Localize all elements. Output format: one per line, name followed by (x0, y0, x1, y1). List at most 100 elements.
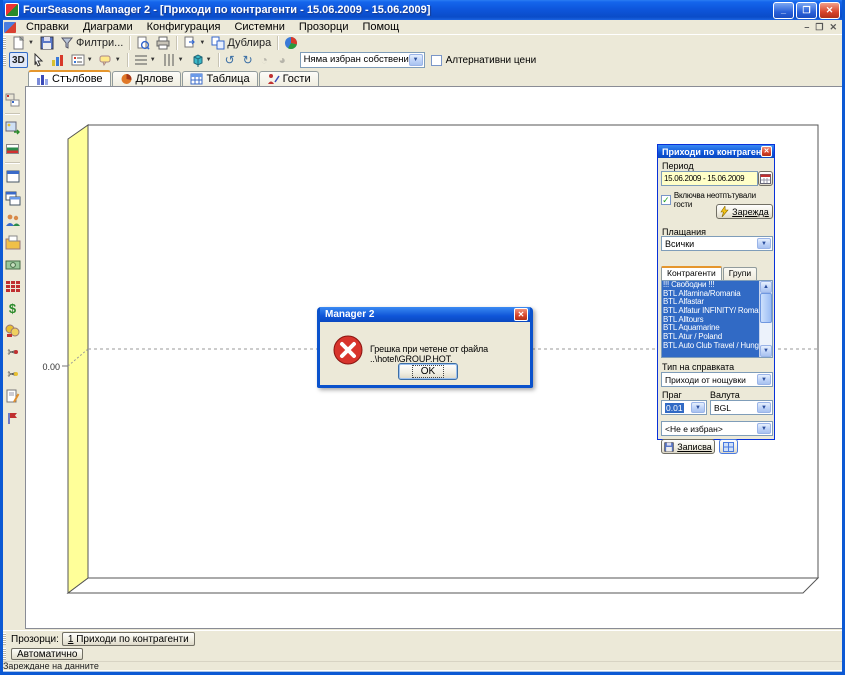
cut-red-icon[interactable]: ✂ (4, 344, 21, 360)
report-type-combobox[interactable]: Приходи от нощувки ▼ (661, 372, 773, 387)
dollar-icon[interactable]: $ (4, 300, 21, 316)
panel-title-bar[interactable]: Приходи по контрагенти ✕ (658, 145, 774, 158)
note-edit-icon[interactable] (4, 388, 21, 404)
payments-combobox[interactable]: Всички ▼ (661, 236, 773, 251)
print-preview-button[interactable] (133, 35, 153, 51)
toolbar-grip[interactable] (3, 648, 6, 660)
grid-view-button[interactable] (719, 439, 738, 454)
toolbar-grip[interactable] (3, 633, 6, 645)
marks-button[interactable]: ▼ (96, 52, 124, 68)
tab-columns[interactable]: Стълбове (28, 70, 111, 86)
toolbar-grip[interactable] (3, 37, 6, 49)
cube-button[interactable]: ▼ (187, 52, 215, 68)
threshold-combobox[interactable]: 0.01 ▼ (661, 400, 707, 415)
chevron-down-icon[interactable]: ▼ (757, 402, 771, 413)
pointer-button[interactable] (28, 52, 48, 68)
room-grid-icon[interactable] (4, 278, 21, 294)
child-minimize-icon[interactable]: – (804, 22, 809, 33)
list-item[interactable]: BTL Atur / Poland (662, 333, 759, 342)
chevron-down-icon[interactable]: ▼ (691, 402, 705, 413)
tab-shares[interactable]: Дялове (112, 71, 182, 86)
currency-combobox[interactable]: BGL ▼ (710, 400, 773, 415)
minimize-button[interactable]: _ (773, 2, 794, 19)
menu-diagrami[interactable]: Диаграми (76, 20, 140, 34)
child-restore-icon[interactable]: ❐ (815, 22, 823, 33)
organizer-icon[interactable] (4, 92, 21, 108)
filter-button[interactable]: Филтри... (57, 35, 126, 51)
zoom-button[interactable]: ◕ (276, 52, 294, 68)
dialog-title-bar[interactable]: Manager 2 ✕ (320, 307, 530, 322)
child-window-icon[interactable] (4, 22, 16, 33)
menu-prozorci[interactable]: Прозорци (292, 20, 356, 34)
scroll-up-icon[interactable]: ▲ (760, 281, 772, 293)
list-item[interactable]: BTL Alltours (662, 316, 759, 325)
menu-spravki[interactable]: Справки (19, 20, 76, 34)
save-report-button[interactable]: Записва (661, 439, 715, 454)
rotate-left-button[interactable]: ↺ (222, 52, 240, 68)
close-button[interactable]: ✕ (819, 2, 840, 19)
menu-pomosht[interactable]: Помощ (355, 20, 406, 34)
guests-icon[interactable] (4, 212, 21, 228)
menu-sistemni[interactable]: Системни (227, 20, 291, 34)
new-document-button[interactable]: ▼ (9, 35, 37, 51)
include-guests-checkbox[interactable]: ✓ (661, 195, 671, 205)
coins-icon[interactable] (4, 322, 21, 338)
tab-groups[interactable]: Групи (723, 267, 757, 280)
panel-close-icon[interactable]: ✕ (761, 146, 772, 157)
ok-button[interactable]: OK (398, 363, 458, 380)
horizontal-grid-button[interactable]: ▼ (131, 52, 159, 68)
list-item[interactable]: BTL Alfatur INFINITY/ Romani (662, 307, 759, 316)
list-item[interactable]: BTL Aquamarine (662, 324, 759, 333)
vertical-grid-button[interactable]: ▼ (159, 52, 187, 68)
legend-button[interactable]: ▼ (68, 52, 96, 68)
load-button[interactable]: Зарежда (716, 204, 773, 219)
tab-table[interactable]: Таблица (182, 71, 257, 86)
panel-tabs: Контрагенти Групи (661, 266, 758, 280)
chart-button[interactable] (281, 35, 301, 51)
window-1-button[interactable]: 1 Приходи по контрагенти (62, 632, 195, 646)
person-flag-icon[interactable] (4, 410, 21, 426)
copy-button[interactable]: ▼ (180, 35, 208, 51)
menu-konfiguracia[interactable]: Конфигурация (140, 20, 228, 34)
alternative-prices-checkbox[interactable] (431, 55, 442, 66)
period-input[interactable]: 15.06.2009 - 15.06.2009 (661, 171, 758, 186)
separator (5, 113, 20, 114)
folder-documents-icon[interactable] (4, 234, 21, 250)
data-labels-button[interactable] (48, 52, 68, 68)
banknote-icon[interactable] (4, 256, 21, 272)
list-scrollbar[interactable]: ▲ ▼ (759, 281, 772, 357)
chevron-down-icon[interactable]: ▼ (757, 374, 771, 385)
child-close-icon[interactable]: ✕ (829, 22, 837, 33)
rotate-right-button[interactable]: ↻ (240, 52, 258, 68)
list-item-partial[interactable] (662, 351, 759, 359)
restore-button[interactable]: ❐ (796, 2, 817, 19)
3d-toggle-button[interactable]: 3D (9, 52, 28, 68)
template-combobox[interactable]: <Не е избран> ▼ (661, 421, 773, 436)
chevron-down-icon[interactable]: ▼ (757, 238, 771, 249)
save-button[interactable] (37, 35, 57, 51)
calendar-button[interactable] (758, 171, 773, 186)
tab-guests[interactable]: Гости (259, 71, 319, 86)
print-button[interactable] (153, 35, 173, 51)
counterparties-listbox[interactable]: !!! Свободни !!! BTL Alfamina/Romania BT… (661, 280, 773, 358)
chevron-down-icon[interactable]: ▼ (409, 54, 423, 66)
cut-yellow-icon[interactable]: ✂ (4, 366, 21, 382)
list-item[interactable]: BTL Auto Club Travel / Hunga (662, 342, 759, 351)
chevron-down-icon[interactable]: ▼ (757, 423, 771, 434)
depth-button[interactable]: ◔ (258, 52, 276, 68)
list-item[interactable]: !!! Свободни !!! (662, 281, 759, 290)
toolbar-grip[interactable] (3, 54, 6, 66)
scroll-down-icon[interactable]: ▼ (760, 345, 772, 357)
automatic-button[interactable]: Автоматично (11, 648, 83, 660)
export-image-icon[interactable] (4, 119, 21, 135)
tab-counterparties[interactable]: Контрагенти (661, 266, 722, 280)
windows-copy-icon[interactable] (4, 190, 21, 206)
duplicate-button[interactable]: Дублира (208, 35, 274, 51)
bulgarian-flag-icon[interactable] (4, 141, 21, 157)
dialog-close-icon[interactable]: ✕ (514, 308, 528, 321)
owner-combobox[interactable]: Няма избран собственици ▼ (300, 52, 425, 68)
list-item[interactable]: BTL Alfamina/Romania (662, 290, 759, 299)
list-item[interactable]: BTL Alfastar (662, 298, 759, 307)
window-icon[interactable] (4, 168, 21, 184)
scroll-thumb[interactable] (760, 293, 772, 323)
